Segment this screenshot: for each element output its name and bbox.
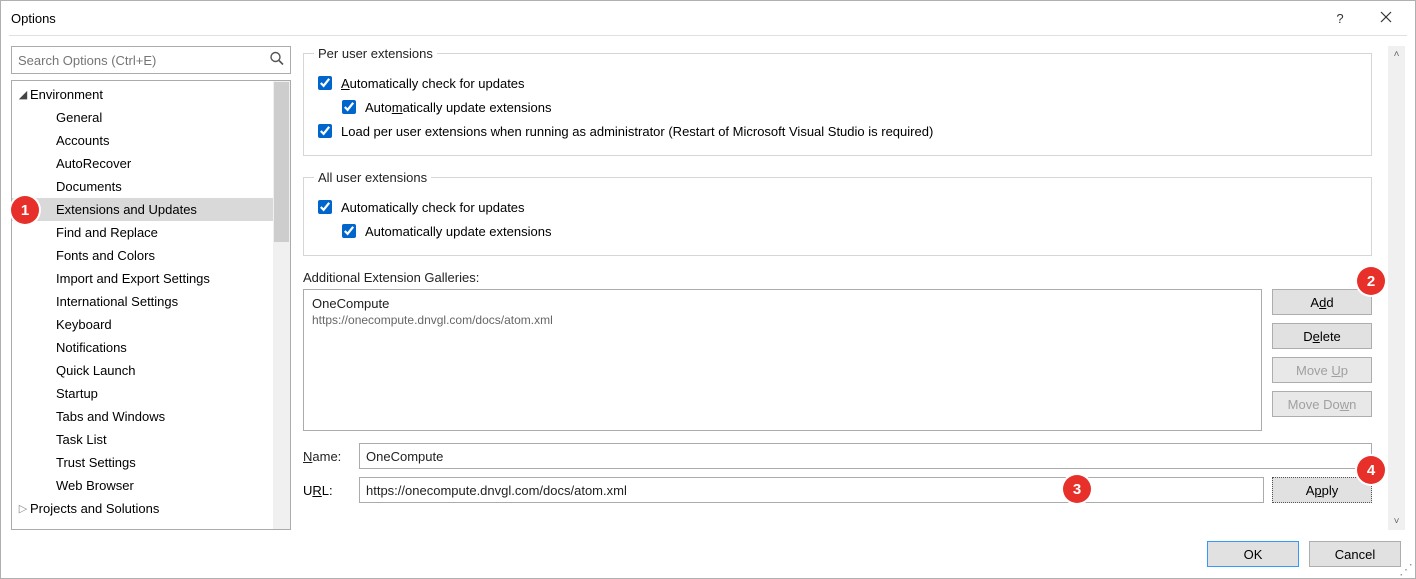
options-tree[interactable]: Environment General Accounts AutoRecover… bbox=[11, 80, 291, 530]
url-row: URL: Apply bbox=[303, 477, 1372, 503]
window-title: Options bbox=[11, 11, 1317, 26]
resize-grip-icon[interactable]: ⋰ bbox=[1399, 562, 1413, 576]
tree-label: Projects and Solutions bbox=[30, 501, 159, 516]
all-user-group: All user extensions Automatically check … bbox=[303, 170, 1372, 256]
chk-auto-update-ext-box[interactable] bbox=[342, 100, 356, 114]
callout-3: 3 bbox=[1063, 475, 1091, 503]
tree-item-find-replace[interactable]: Find and Replace bbox=[12, 221, 290, 244]
callout-1: 1 bbox=[11, 196, 39, 224]
tree-item-international[interactable]: International Settings bbox=[12, 290, 290, 313]
scroll-down-icon[interactable]: ˅ bbox=[1388, 513, 1405, 530]
titlebar: Options ? bbox=[1, 1, 1415, 35]
chk-all-auto-check-box[interactable] bbox=[318, 200, 332, 214]
tree-item-documents[interactable]: Documents bbox=[12, 175, 290, 198]
add-button[interactable]: Add bbox=[1272, 289, 1372, 315]
tree-node-environment[interactable]: Environment bbox=[12, 83, 290, 106]
tree-item-quick-launch[interactable]: Quick Launch bbox=[12, 359, 290, 382]
tree-item-notifications[interactable]: Notifications bbox=[12, 336, 290, 359]
tree-item-general[interactable]: General bbox=[12, 106, 290, 129]
chk-auto-check-updates-label[interactable]: Automatically check for updates bbox=[341, 76, 525, 91]
chk-auto-update-ext-label[interactable]: Automatically update extensions bbox=[365, 100, 551, 115]
chk-all-auto-check: Automatically check for updates bbox=[314, 197, 1361, 217]
help-icon: ? bbox=[1336, 11, 1343, 26]
all-user-legend: All user extensions bbox=[314, 170, 431, 185]
page-scrollbar[interactable]: ˄ ˅ bbox=[1388, 46, 1405, 530]
name-row: Name: bbox=[303, 443, 1372, 469]
chk-all-auto-update: Automatically update extensions bbox=[338, 221, 1361, 241]
tree-item-trust-settings[interactable]: Trust Settings bbox=[12, 451, 290, 474]
search-icon[interactable] bbox=[269, 51, 285, 70]
options-dialog: Options ? Environment General bbox=[0, 0, 1416, 579]
close-icon bbox=[1380, 11, 1392, 26]
tree-item-import-export[interactable]: Import and Export Settings bbox=[12, 267, 290, 290]
help-button[interactable]: ? bbox=[1317, 1, 1363, 35]
tree-node-projects-solutions[interactable]: Projects and Solutions bbox=[12, 497, 290, 520]
per-user-legend: Per user extensions bbox=[314, 46, 437, 61]
ok-button[interactable]: OK bbox=[1207, 541, 1299, 567]
tree-item-startup[interactable]: Startup bbox=[12, 382, 290, 405]
dialog-footer: OK Cancel bbox=[1, 530, 1415, 578]
tree-scrollbar[interactable] bbox=[273, 81, 290, 529]
url-label: URL: bbox=[303, 483, 351, 498]
gallery-entry-url: https://onecompute.dnvgl.com/docs/atom.x… bbox=[312, 313, 1253, 327]
page-column: Per user extensions Automatically check … bbox=[303, 46, 1405, 530]
name-input[interactable] bbox=[359, 443, 1372, 469]
tree-item-extensions-updates[interactable]: Extensions and Updates bbox=[12, 198, 290, 221]
move-down-button[interactable]: Move Down bbox=[1272, 391, 1372, 417]
scroll-up-icon[interactable]: ˄ bbox=[1388, 46, 1405, 63]
galleries-label: Additional Extension Galleries: bbox=[303, 270, 1372, 285]
search-input[interactable] bbox=[11, 46, 291, 74]
chk-load-admin-box[interactable] bbox=[318, 124, 332, 138]
tree-item-tabs-windows[interactable]: Tabs and Windows bbox=[12, 405, 290, 428]
chk-all-auto-update-box[interactable] bbox=[342, 224, 356, 238]
callout-2: 2 bbox=[1357, 267, 1385, 295]
tree-item-keyboard[interactable]: Keyboard bbox=[12, 313, 290, 336]
tree-label: Environment bbox=[30, 87, 103, 102]
page-content: Per user extensions Automatically check … bbox=[303, 46, 1380, 530]
callout-4: 4 bbox=[1357, 456, 1385, 484]
chk-all-auto-update-label[interactable]: Automatically update extensions bbox=[365, 224, 551, 239]
chk-auto-check-updates: Automatically check for updates bbox=[314, 73, 1361, 93]
chk-auto-update-ext: Automatically update extensions bbox=[338, 97, 1361, 117]
galleries-list[interactable]: OneCompute https://onecompute.dnvgl.com/… bbox=[303, 289, 1262, 431]
url-input[interactable] bbox=[359, 477, 1264, 503]
tree-item-web-browser[interactable]: Web Browser bbox=[12, 474, 290, 497]
tree-item-accounts[interactable]: Accounts bbox=[12, 129, 290, 152]
gallery-entry-name[interactable]: OneCompute bbox=[312, 296, 1253, 311]
tree-item-task-list[interactable]: Task List bbox=[12, 428, 290, 451]
nav-column: Environment General Accounts AutoRecover… bbox=[11, 46, 291, 530]
move-up-button[interactable]: Move Up bbox=[1272, 357, 1372, 383]
delete-button[interactable]: Delete bbox=[1272, 323, 1372, 349]
search-container bbox=[11, 46, 291, 74]
name-label: Name: bbox=[303, 449, 351, 464]
chevron-down-icon[interactable] bbox=[16, 88, 30, 101]
scrollbar-thumb[interactable] bbox=[274, 82, 289, 242]
galleries-area: OneCompute https://onecompute.dnvgl.com/… bbox=[303, 289, 1372, 431]
close-button[interactable] bbox=[1363, 1, 1409, 35]
per-user-group: Per user extensions Automatically check … bbox=[303, 46, 1372, 156]
chk-load-admin: Load per user extensions when running as… bbox=[314, 121, 1361, 141]
chk-all-auto-check-label[interactable]: Automatically check for updates bbox=[341, 200, 525, 215]
gallery-buttons: Add Delete Move Up Move Down bbox=[1272, 289, 1372, 431]
cancel-button[interactable]: Cancel bbox=[1309, 541, 1401, 567]
tree-item-autorecover[interactable]: AutoRecover bbox=[12, 152, 290, 175]
dialog-body: Environment General Accounts AutoRecover… bbox=[1, 36, 1415, 530]
apply-button[interactable]: Apply bbox=[1272, 477, 1372, 503]
tree-item-fonts-colors[interactable]: Fonts and Colors bbox=[12, 244, 290, 267]
chk-auto-check-updates-box[interactable] bbox=[318, 76, 332, 90]
chevron-right-icon[interactable] bbox=[16, 502, 30, 515]
chk-load-admin-label[interactable]: Load per user extensions when running as… bbox=[341, 124, 933, 139]
